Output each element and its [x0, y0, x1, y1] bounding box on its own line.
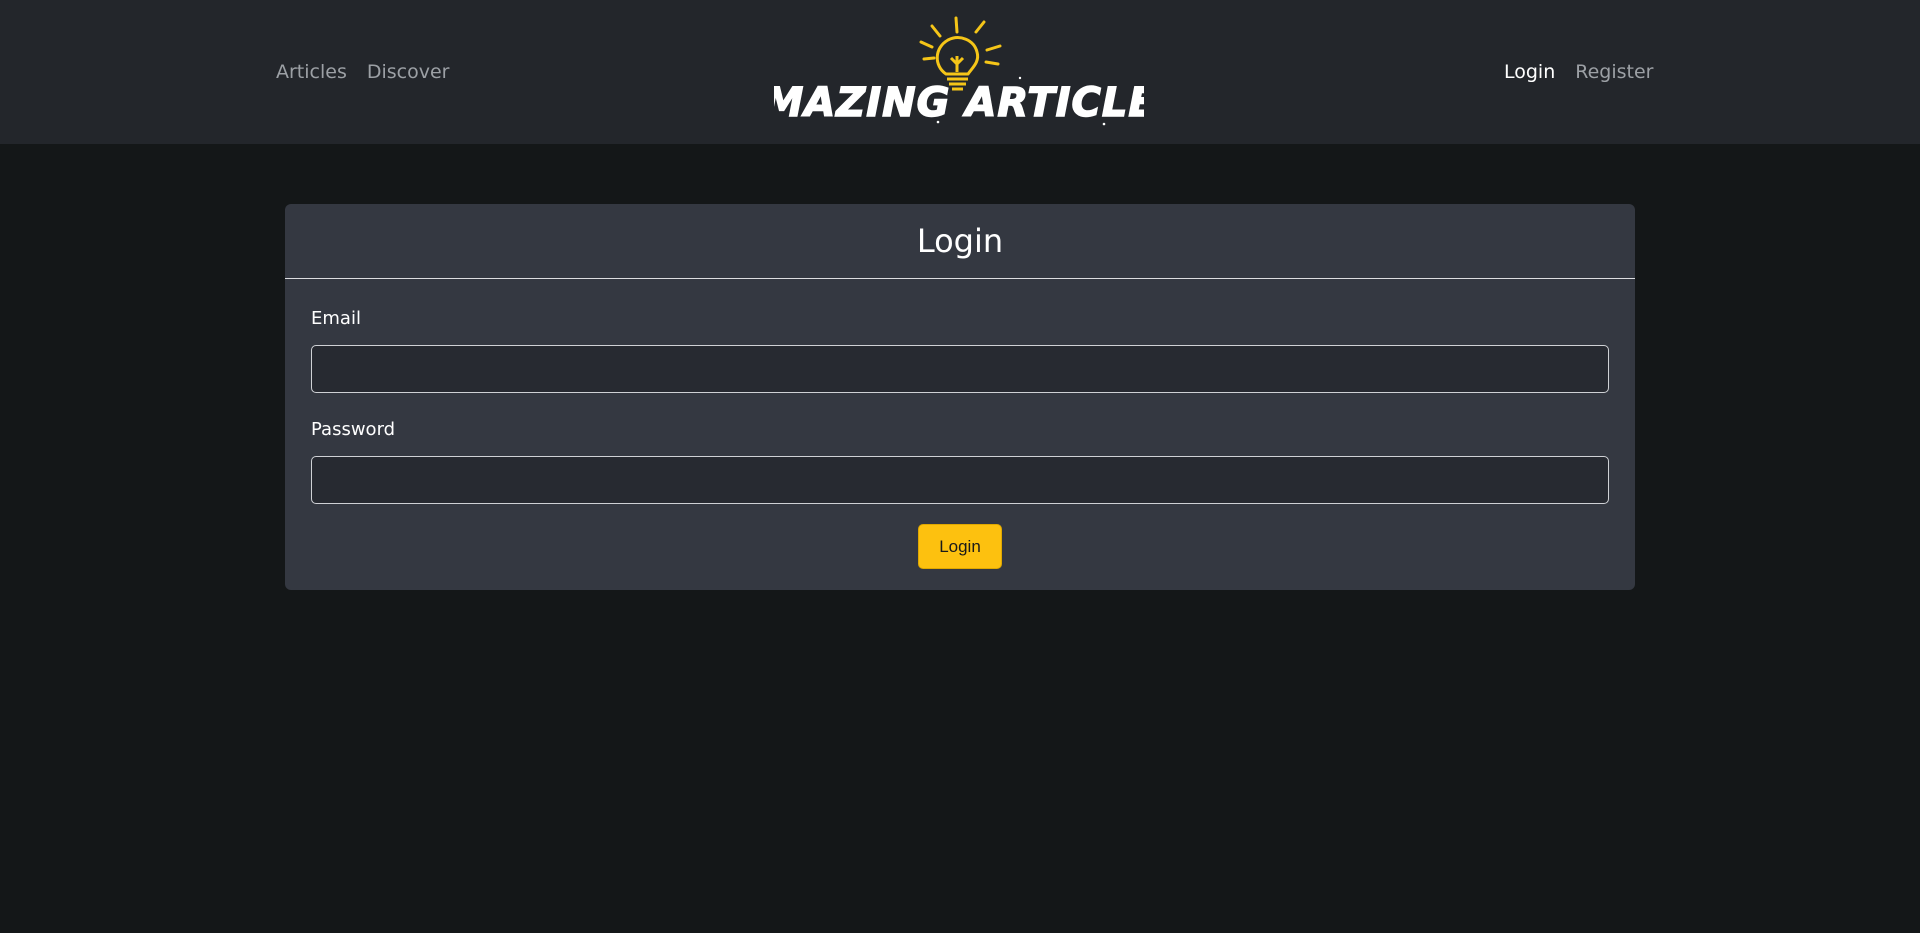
email-group: Email: [311, 307, 1609, 393]
login-card: Login Email Password Login: [285, 204, 1635, 590]
login-card-header: Login: [285, 204, 1635, 279]
email-field[interactable]: [311, 345, 1609, 393]
lightbulb-logo-icon: AMAZING ARTICLES: [728, 16, 1186, 127]
login-form: Email Password Login: [285, 279, 1635, 569]
nav-link-articles[interactable]: Articles: [276, 60, 347, 84]
submit-row: Login: [311, 524, 1609, 569]
svg-text:AMAZING ARTICLES: AMAZING ARTICLES: [774, 80, 1144, 126]
email-label: Email: [311, 308, 361, 329]
nav-link-login[interactable]: Login: [1504, 60, 1555, 84]
site-logo[interactable]: AMAZING ARTICLES: [728, 12, 1186, 130]
nav-link-register[interactable]: Register: [1575, 60, 1653, 84]
password-label: Password: [311, 419, 396, 440]
password-group: Password: [311, 418, 1609, 504]
password-field[interactable]: [311, 456, 1609, 504]
login-button[interactable]: Login: [918, 524, 1002, 569]
navbar: Articles Discover AMA: [0, 0, 1920, 144]
nav-right: Login Register: [1504, 60, 1654, 84]
page-title: Login: [916, 222, 1004, 260]
nav-link-discover[interactable]: Discover: [367, 60, 450, 84]
nav-left: Articles Discover: [276, 60, 449, 84]
